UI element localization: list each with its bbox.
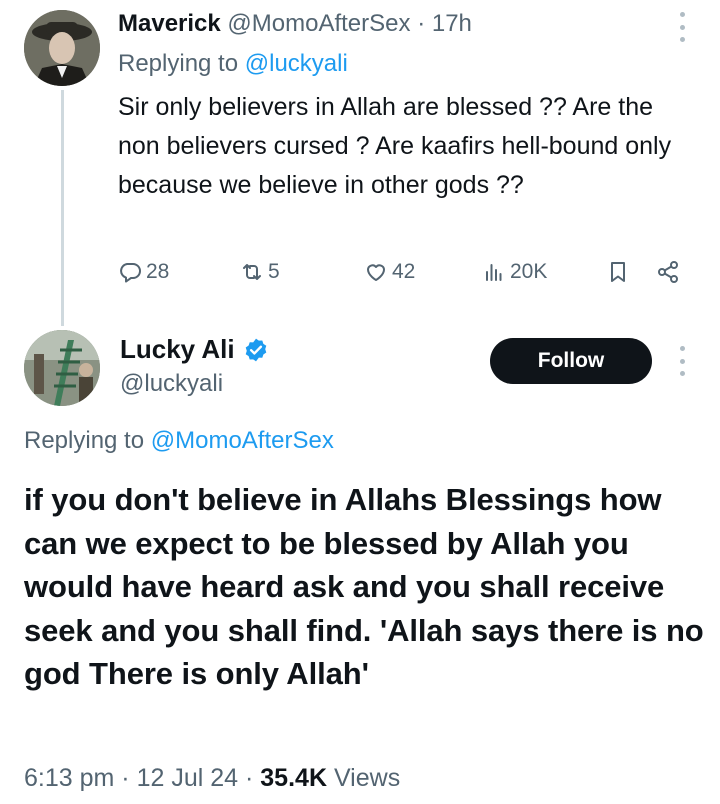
reply-icon	[120, 263, 141, 283]
reply-replying-to: Replying to @luckyali	[118, 50, 348, 78]
reply-action-bar: 28 5 42 20K	[118, 256, 698, 288]
reply-time[interactable]: 17h	[432, 10, 472, 37]
views-count: 20K	[510, 260, 548, 283]
like-count: 42	[392, 260, 416, 283]
main-replying-to: Replying to @MomoAfterSex	[24, 427, 334, 455]
bookmark-icon	[611, 262, 625, 282]
like-button[interactable]: 42	[364, 256, 415, 288]
replying-to-link[interactable]: @luckyali	[245, 50, 348, 77]
replying-prefix: Replying to	[24, 427, 145, 454]
reply-handle[interactable]: @MomoAfterSex	[227, 10, 410, 37]
more-icon[interactable]	[672, 346, 692, 376]
separator: ·	[121, 764, 130, 792]
like-icon	[367, 264, 385, 281]
reply-button[interactable]: 28	[118, 256, 169, 288]
reply-text: Sir only believers in Allah are blessed …	[118, 93, 672, 199]
reply-count: 28	[146, 260, 170, 283]
tweet-date[interactable]: 12 Jul 24	[137, 764, 238, 792]
main-display-name-row: Lucky Ali	[120, 334, 269, 365]
views-count[interactable]: 35.4K	[260, 764, 327, 792]
replying-to-link[interactable]: @MomoAfterSex	[151, 427, 334, 454]
tweet-meta: 6:13 pm · 12 Jul 24 · 35.4K Views	[24, 764, 400, 793]
views-button[interactable]: 20K	[482, 256, 547, 288]
tweet-time[interactable]: 6:13 pm	[24, 764, 114, 792]
more-icon[interactable]	[672, 12, 692, 42]
verified-badge-icon[interactable]	[243, 337, 269, 363]
avatar[interactable]	[24, 330, 100, 406]
repost-count: 5	[268, 260, 280, 283]
views-icon	[486, 264, 502, 281]
replying-prefix: Replying to	[118, 50, 239, 77]
main-handle[interactable]: @luckyali	[120, 370, 223, 398]
avatar[interactable]	[24, 10, 100, 86]
share-button[interactable]	[656, 256, 680, 288]
bookmark-button[interactable]	[606, 256, 630, 288]
separator: ·	[417, 10, 426, 37]
follow-button[interactable]: Follow	[490, 338, 652, 384]
reply-display-name[interactable]: Maverick	[118, 10, 221, 37]
avatar-image	[24, 330, 100, 406]
avatar-image	[24, 10, 100, 86]
separator: ·	[245, 764, 254, 792]
repost-icon	[243, 264, 261, 280]
main-tweet-text: if you don't believe in Allahs Blessings…	[24, 482, 704, 691]
thread-connector	[61, 90, 64, 326]
share-icon	[658, 261, 678, 283]
reply-header: Maverick @MomoAfterSex · 17h	[118, 10, 472, 38]
main-display-name[interactable]: Lucky Ali	[120, 334, 235, 365]
views-label: Views	[333, 764, 401, 792]
repost-button[interactable]: 5	[240, 256, 280, 288]
